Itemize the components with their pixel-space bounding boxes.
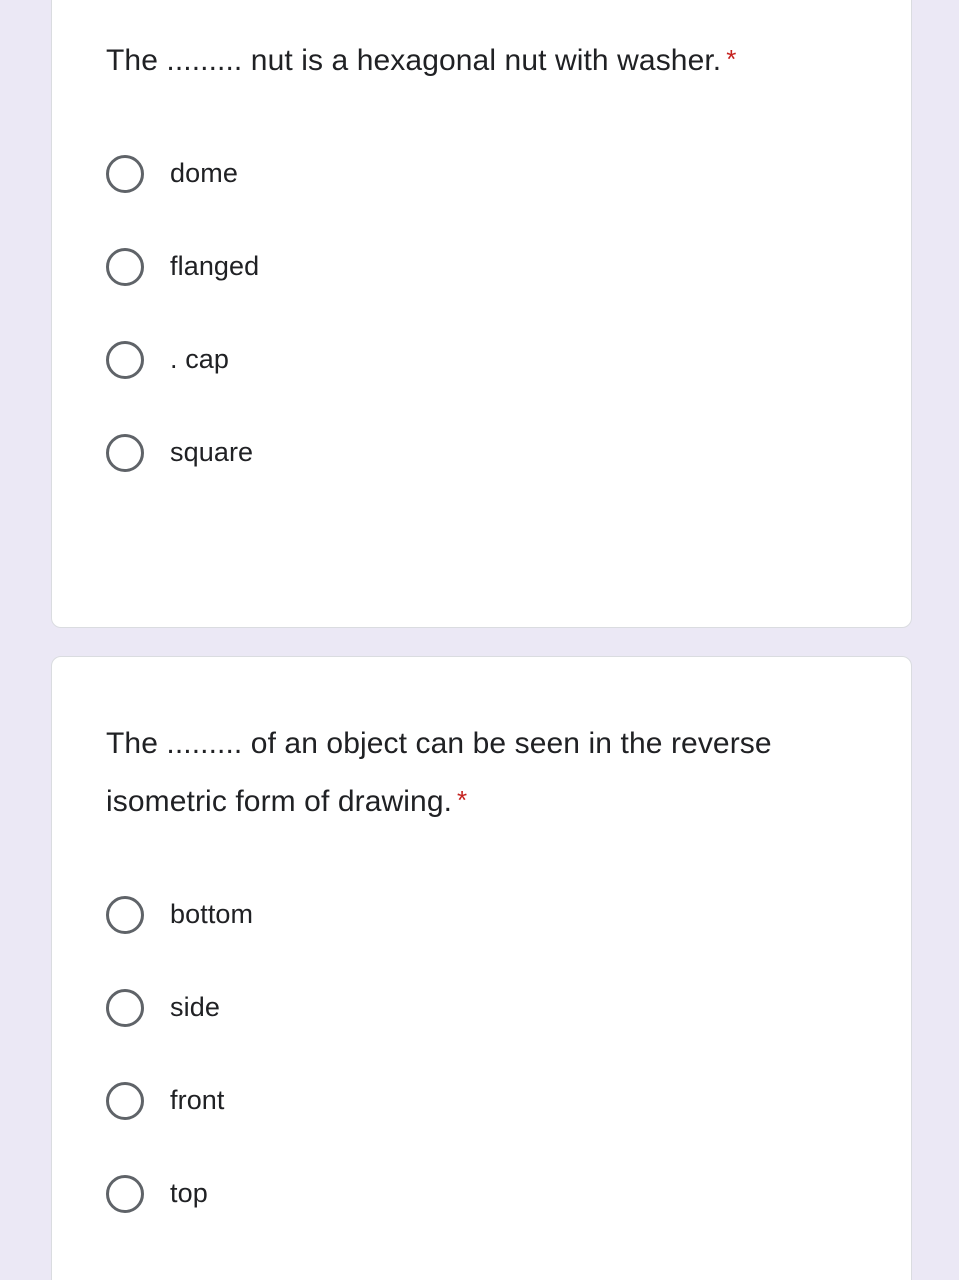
option-row[interactable]: top [106,1147,857,1240]
option-row[interactable]: square [106,406,857,499]
options-list: dome flanged . cap square [106,127,857,499]
option-row[interactable]: flanged [106,220,857,313]
form-question-list: The ......... nut is a hexagonal nut wit… [0,0,959,1280]
radio-button-icon[interactable] [106,154,144,193]
question-card: The ......... of an object can be seen i… [51,656,912,1280]
required-asterisk: * [457,785,468,815]
radio-button-icon[interactable] [106,433,144,472]
radio-button-icon[interactable] [106,1174,144,1213]
radio-button-icon[interactable] [106,1081,144,1120]
option-label: dome [170,158,238,189]
question-text: The ......... nut is a hexagonal nut wit… [106,44,722,77]
question-card: The ......... nut is a hexagonal nut wit… [51,0,912,628]
radio-button-icon[interactable] [106,340,144,379]
radio-button-icon[interactable] [106,895,144,934]
option-row[interactable]: bottom [106,868,857,961]
question-title: The ......... nut is a hexagonal nut wit… [106,0,857,89]
radio-button-icon[interactable] [106,247,144,286]
options-list: bottom side front top [106,868,857,1240]
option-label: top [170,1178,208,1209]
option-row[interactable]: . cap [106,313,857,406]
option-label: flanged [170,251,260,282]
option-row[interactable]: front [106,1054,857,1147]
required-asterisk: * [726,44,737,74]
option-label: . cap [170,344,230,375]
option-row[interactable]: dome [106,127,857,220]
question-title: The ......... of an object can be seen i… [106,657,857,830]
option-label: square [170,437,254,468]
option-label: side [170,992,220,1023]
question-text: The ......... of an object can be seen i… [106,727,772,818]
option-label: bottom [170,899,254,930]
option-label: front [170,1085,225,1116]
radio-button-icon[interactable] [106,988,144,1027]
option-row[interactable]: side [106,961,857,1054]
